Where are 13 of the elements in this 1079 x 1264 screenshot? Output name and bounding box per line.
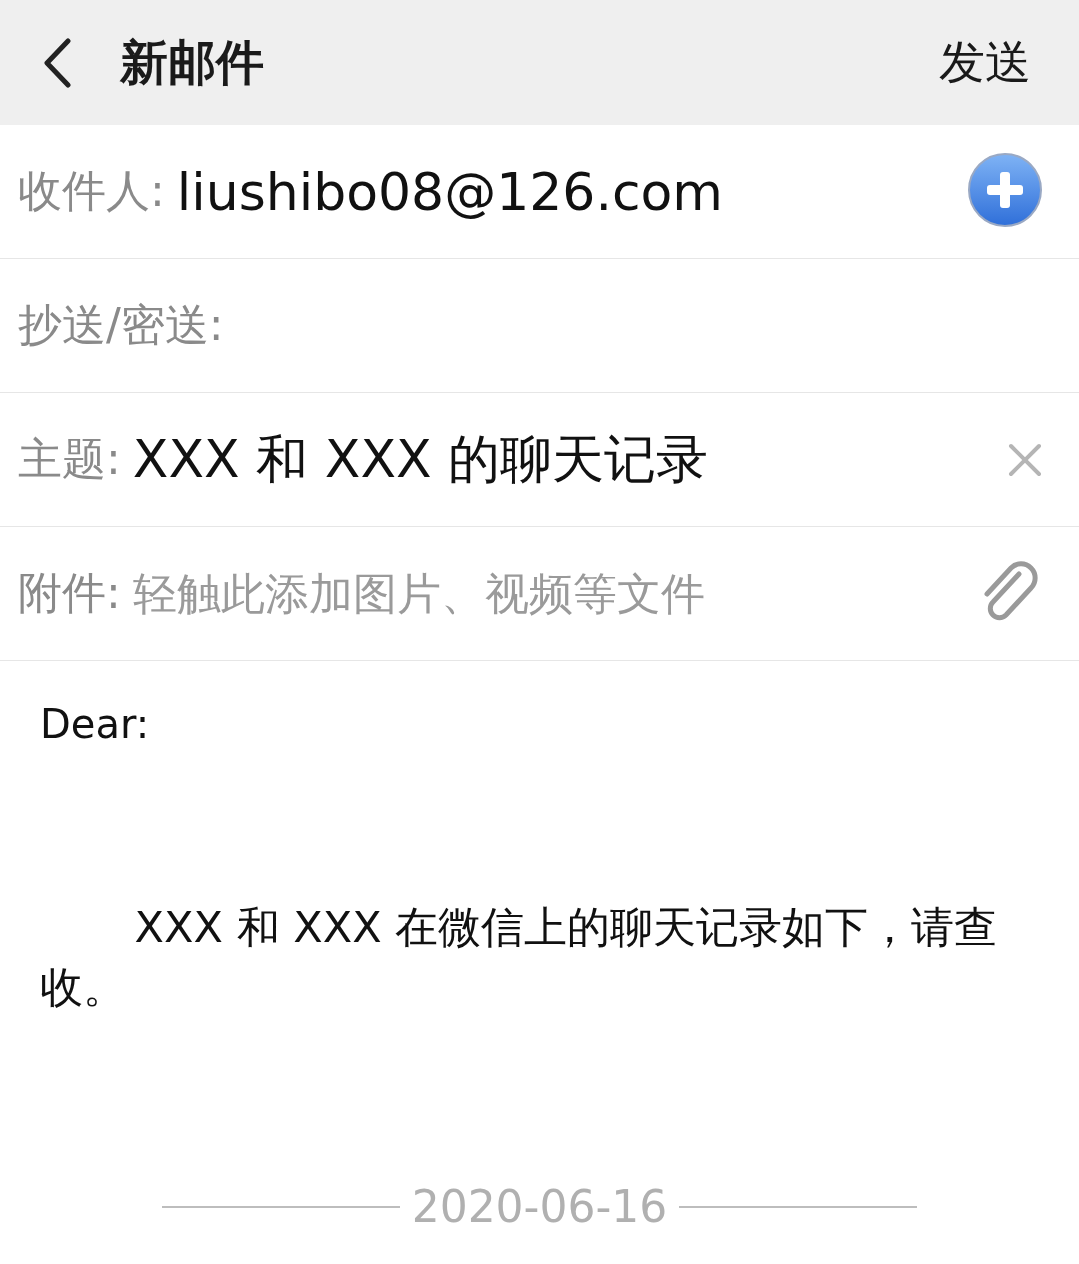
field-label: 主题: — [18, 432, 121, 486]
screen-title: 新邮件 — [120, 32, 265, 92]
body-text: XXX 和 XXX 在微信上的聊天记录如下，请查收。 — [40, 901, 999, 1015]
input-field[interactable]: XXX 和 XXX 的聊天记录 — [132, 429, 995, 490]
back-icon[interactable] — [42, 37, 72, 88]
greeting-text: Dear: — [40, 701, 151, 747]
field-label: 收件人: — [18, 164, 165, 218]
input-field[interactable]: liushibo08@126.com — [176, 161, 955, 222]
input-field[interactable]: 轻触此添加图片、视频等文件 — [132, 568, 967, 619]
send-button[interactable]: 发送 — [939, 31, 1031, 94]
field-label: 附件: — [18, 566, 121, 620]
date-text: 2020-06-16 — [411, 1181, 668, 1232]
field-label: 抄送/密送: — [18, 298, 224, 352]
